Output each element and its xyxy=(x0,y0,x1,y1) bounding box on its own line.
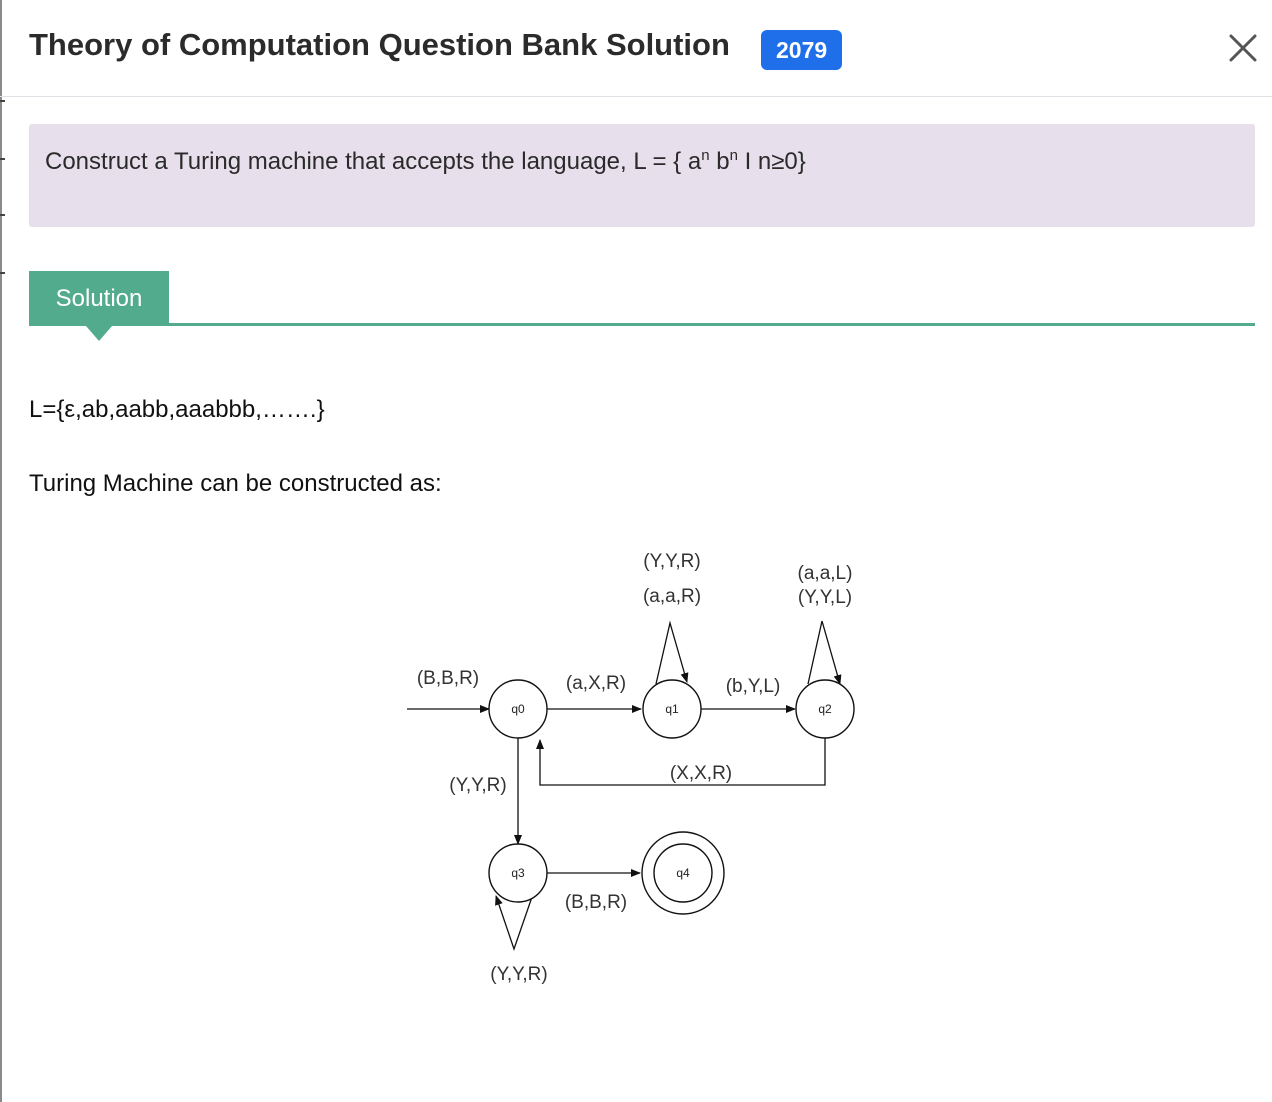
edge-tick xyxy=(0,214,5,216)
solution-tab-pointer xyxy=(86,326,112,341)
solution-divider xyxy=(169,323,1255,326)
transition-label: (Y,Y,L) xyxy=(798,587,852,608)
language-definition: L={ε,ab,aabb,aaabbb,…….} xyxy=(29,396,325,423)
transition-label: (Y,Y,R) xyxy=(449,775,506,796)
loop-q1 xyxy=(655,620,689,685)
loop-q2 xyxy=(807,620,842,685)
question-text-part: b xyxy=(709,148,730,175)
question-text: Construct a Turing machine that accepts … xyxy=(45,148,806,176)
transition-label: (b,Y,L) xyxy=(726,676,781,697)
transition-label: (B,B,R) xyxy=(565,892,627,913)
modal-header: Theory of Computation Question Bank Solu… xyxy=(0,0,1272,97)
close-icon xyxy=(1229,34,1257,62)
construction-intro: Turing Machine can be constructed as: xyxy=(29,470,442,497)
window-edge xyxy=(0,0,2,1102)
transition-label: (B,B,R) xyxy=(417,668,479,689)
edge-tick xyxy=(0,272,5,274)
transition-label: (Y,Y,R) xyxy=(490,964,547,985)
transition-label: (a,a,R) xyxy=(643,586,701,607)
transition-label: (X,X,R) xyxy=(670,763,732,784)
question-superscript: n xyxy=(729,147,738,164)
solution-modal: Theory of Computation Question Bank Solu… xyxy=(0,0,1272,1102)
state-label: q0 xyxy=(511,702,525,716)
question-text-part: Construct a Turing machine that accepts … xyxy=(45,148,702,175)
modal-title: Theory of Computation Question Bank Solu… xyxy=(29,27,730,62)
edge-tick xyxy=(0,158,5,160)
state-label: q3 xyxy=(511,866,525,880)
question-superscript: n xyxy=(701,147,710,164)
transition-label: (a,a,L) xyxy=(798,563,853,584)
solution-tab: Solution xyxy=(29,271,169,326)
state-label: q4 xyxy=(676,866,690,880)
question-box: Construct a Turing machine that accepts … xyxy=(29,124,1255,227)
turing-machine-diagram: q0 q1 q2 q3 q4 (B,B,R) (a,X,R) (Y,Y,R) (… xyxy=(407,551,855,985)
transition-label: (Y,Y,R) xyxy=(643,551,700,572)
close-button[interactable] xyxy=(1223,28,1263,68)
loop-q3 xyxy=(495,895,533,952)
year-badge: 2079 xyxy=(761,30,843,70)
transition-label: (a,X,R) xyxy=(566,673,626,694)
state-label: q1 xyxy=(665,702,679,716)
edge-tick xyxy=(0,100,5,102)
question-text-part: I n≥0} xyxy=(737,148,806,175)
state-label: q2 xyxy=(818,702,832,716)
